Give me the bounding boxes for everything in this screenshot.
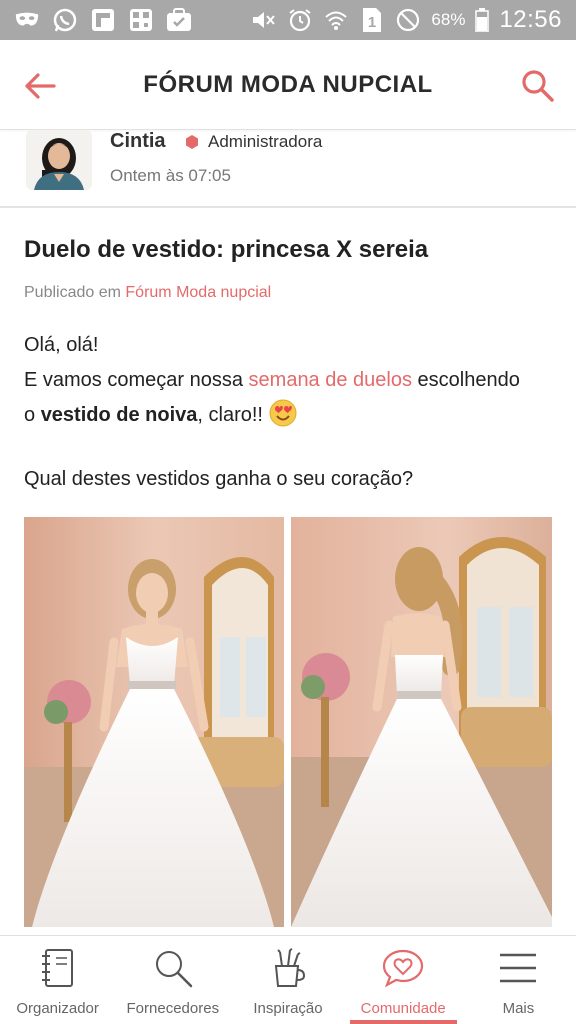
nav-organizador[interactable]: Organizador [0,936,115,1024]
avatar[interactable] [26,130,92,190]
bottom-nav: Organizador Fornecedores Inspiração Comu… [0,935,576,1024]
post-line-1: Olá, olá! [24,334,99,356]
post-body: Olá, olá! E vamos começar nossa semana d… [24,328,554,433]
post-meta: Publicado em Fórum Moda nupcial [24,284,271,302]
post-line-2-text: E vamos começar nossa [24,369,249,391]
dnd-icon [395,8,421,32]
post-line-3: o vestido de noiva, claro!! [24,398,554,433]
search-button[interactable] [518,66,558,106]
post-author: Cintia Administradora Ontem às 07:05 [0,130,576,208]
mute-icon [251,8,277,32]
admin-badge-icon [185,135,199,149]
nav-label: Inspiração [253,1000,323,1017]
status-left-icons [14,8,192,32]
qr-icon [128,8,154,32]
whatsapp-icon [52,8,78,32]
post-title: Duelo de vestido: princesa X sereia [24,236,429,263]
menu-icon [496,946,540,990]
search-icon [522,70,554,102]
nav-label: Fornecedores [126,1000,220,1017]
svg-text:1: 1 [368,14,376,31]
author-role: Administradora [208,132,323,151]
post-line-3-end: , claro!! [197,404,269,426]
wifi-icon [323,8,349,32]
sim-icon: 1 [359,8,385,32]
post-line-2: E vamos começar nossa semana de duelos e… [24,363,554,398]
post-meta-prefix: Publicado em [24,284,126,301]
post-line-2-end: escolhendo [411,369,520,391]
post-timestamp: Ontem às 07:05 [110,166,231,185]
status-bar: 1 68% 12:56 [0,0,576,40]
nav-comunidade[interactable]: Comunidade [346,936,461,1024]
notebook-icon [36,946,80,990]
status-time: 12:56 [499,6,562,33]
search-icon [151,946,195,990]
battery-icon [475,8,490,32]
nav-fornecedores[interactable]: Fornecedores [115,936,230,1024]
back-button[interactable] [22,68,58,104]
nav-label: Comunidade [360,1000,446,1017]
author-name[interactable]: Cintia [110,130,166,153]
app-bar: FÓRUM MODA NUPCIAL [0,40,576,130]
briefcase-icon [166,8,192,32]
princess-dress-image[interactable] [24,517,284,927]
nav-mais[interactable]: Mais [461,936,576,1024]
battery-percent: 68% [431,10,466,29]
post-line-3-text: o [24,404,41,426]
post-question: Qual destes vestidos ganha o seu coração… [24,468,414,490]
chat-heart-icon [381,946,425,990]
pencil-cup-icon [266,946,310,990]
page-title: FÓRUM MODA NUPCIAL [143,70,433,98]
alarm-icon [287,8,313,32]
arrow-left-icon [25,73,56,99]
status-right-icons: 1 68% 12:56 [251,6,562,34]
duels-week-link[interactable]: semana de duelos [249,369,412,391]
forum-link[interactable]: Fórum Moda nupcial [125,284,271,301]
nav-label: Mais [502,1000,535,1017]
post-line-3-bold: vestido de noiva [40,404,198,426]
mask-icon [14,8,40,32]
nav-inspiracao[interactable]: Inspiração [230,936,345,1024]
nav-label: Organizador [16,1000,99,1017]
heart-eyes-emoji-icon [269,399,297,427]
flipboard-icon [90,8,116,32]
mermaid-dress-image[interactable] [291,517,552,927]
